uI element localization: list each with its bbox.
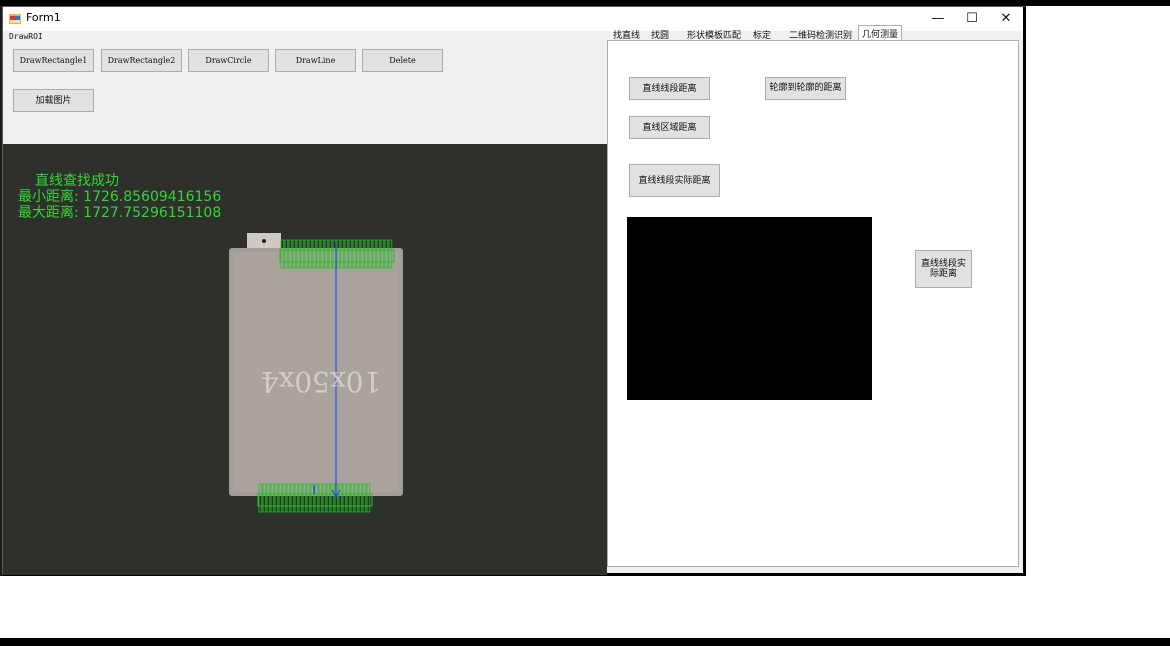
geometry-tab-page: 直线线段距离 轮廓到轮廓的距离 直线区域距离 直线线段实际距离 直线线段实际距离 — [607, 40, 1019, 567]
overlay-status: 直线查找成功 — [35, 173, 119, 189]
load-image-button[interactable]: 加载图片 — [13, 89, 94, 112]
roi-group-label: DrawROI — [9, 32, 43, 41]
part-engraving: 10x50x4 — [261, 365, 382, 398]
overlay-result-text: 直线查找成功 最小距离: 1726.85609416156 最大距离: 1727… — [18, 173, 221, 221]
bottom-screen-edge — [0, 638, 1170, 646]
roi-toolbar: DrawRectangle1 DrawRectangle2 DrawCircle… — [3, 43, 608, 145]
overlay-max-distance: 最大距离: 1727.75296151108 — [18, 205, 222, 221]
draw-rectangle1-button[interactable]: DrawRectangle1 — [13, 49, 94, 72]
top-caliper-region — [279, 239, 395, 269]
actual-distance-button-2[interactable]: 直线线段实际距离 — [915, 250, 972, 288]
contour-distance-button[interactable]: 轮廓到轮廓的距离 — [765, 77, 846, 100]
draw-line-button[interactable]: DrawLine — [275, 49, 356, 72]
overlay-min-distance: 最小距离: 1726.85609416156 — [18, 189, 222, 205]
actual-distance-button[interactable]: 直线线段实际距离 — [629, 164, 720, 197]
app-icon — [9, 14, 21, 24]
line-distance-button[interactable]: 直线线段距离 — [629, 77, 710, 100]
maximize-button[interactable]: ☐ — [955, 7, 989, 31]
window-title: Form1 — [26, 11, 61, 24]
close-button[interactable]: ✕ — [989, 7, 1023, 31]
draw-rectangle2-button[interactable]: DrawRectangle2 — [101, 49, 182, 72]
draw-circle-button[interactable]: DrawCircle — [188, 49, 269, 72]
bottom-caliper-region — [257, 483, 373, 513]
image-view[interactable]: 10x50x4 直线查找成功 最小距离: 1726.85609416156 最大… — [3, 144, 607, 575]
line-region-distance-button[interactable]: 直线区域距离 — [629, 116, 710, 139]
delete-button[interactable]: Delete — [362, 49, 443, 72]
minimize-button[interactable]: — — [921, 7, 955, 31]
result-display-box — [627, 217, 872, 400]
